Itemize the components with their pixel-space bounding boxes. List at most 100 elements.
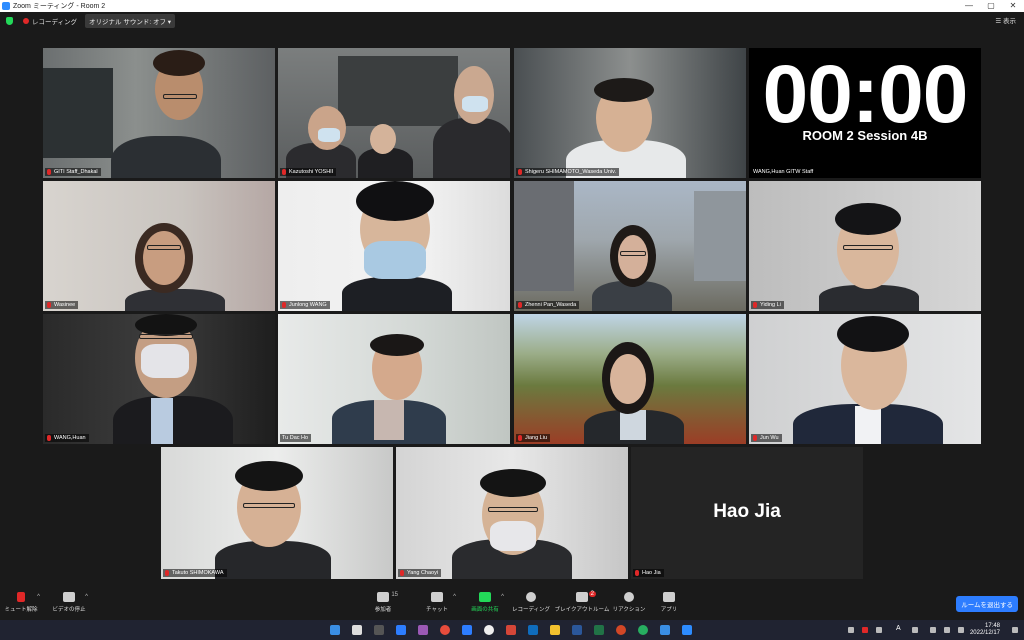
share-screen-button[interactable]: ^ 画面の共有 — [460, 592, 510, 613]
close-button[interactable]: ✕ — [1002, 0, 1024, 12]
breakout-rooms-button[interactable]: 2 ブレイクアウトルーム — [552, 591, 612, 613]
ime-indicator[interactable]: A — [896, 625, 901, 632]
apps-button[interactable]: アプリ — [644, 592, 694, 613]
reactions-label: リアクション — [612, 607, 646, 613]
unmute-button[interactable]: ^ ミュート解除 — [0, 592, 46, 613]
video-tile[interactable]: Junlong WANG — [278, 181, 510, 311]
participant-name: Yang Chaoyi — [407, 570, 439, 576]
breakout-rooms-icon — [576, 592, 588, 602]
muted-mic-icon — [518, 435, 522, 441]
video-tile[interactable]: Wasinee — [43, 181, 275, 311]
battery-icon[interactable] — [958, 627, 964, 633]
video-tile-active-speaker[interactable]: Tu Dac Ho — [278, 314, 510, 444]
search-icon[interactable] — [352, 625, 362, 635]
app-icon[interactable] — [418, 625, 428, 635]
share-screen-label: 画面の共有 — [471, 607, 499, 613]
video-tile[interactable]: Yiding Li — [749, 181, 981, 311]
word-icon[interactable] — [572, 625, 582, 635]
minimize-button[interactable]: — — [958, 0, 980, 12]
powerpoint-icon[interactable] — [616, 625, 626, 635]
video-tile[interactable]: Zhenni Pan_Waseda — [514, 181, 746, 311]
view-label: 表示 — [1003, 18, 1016, 25]
chevron-up-icon[interactable]: ^ — [85, 594, 88, 600]
chat-button[interactable]: ^ チャット — [412, 592, 462, 613]
chevron-up-icon[interactable]: ^ — [453, 594, 456, 600]
security-shield-icon[interactable] — [6, 17, 13, 25]
participant-name: WANG,Huan — [54, 435, 86, 441]
original-sound-button[interactable]: オリジナル サウンド: オフ ▾ — [85, 14, 176, 28]
participant-name: Yiding Li — [760, 302, 781, 308]
wifi-icon[interactable] — [930, 627, 936, 633]
participant-nametag: GITI Staff_Dhakal — [45, 168, 101, 176]
video-tile[interactable]: WANG,Huan — [43, 314, 275, 444]
window-titlebar: Zoom ミーティング - Room 2 — ▢ ✕ — [0, 0, 1024, 12]
participant-name: Hao Jia — [642, 570, 661, 576]
stop-video-button[interactable]: ^ ビデオの停止 — [44, 592, 94, 613]
muted-mic-icon — [753, 302, 757, 308]
unmute-label: ミュート解除 — [4, 607, 38, 613]
participant-nametag: Shigeru SHIMAMOTO_Waseda Univ. — [516, 168, 619, 176]
folder-icon[interactable] — [550, 625, 560, 635]
video-tile[interactable]: Yang Chaoyi — [396, 447, 628, 579]
muted-mic-icon — [47, 435, 51, 441]
video-camera-icon — [63, 592, 75, 602]
video-tile[interactable]: Jiang Liu — [514, 314, 746, 444]
participant-nametag: Hao Jia — [633, 569, 664, 577]
participant-nametag: Tu Dac Ho — [280, 434, 312, 442]
chevron-up-icon[interactable]: ^ — [37, 594, 40, 600]
muted-mic-icon — [753, 435, 757, 441]
maximize-button[interactable]: ▢ — [980, 0, 1002, 12]
windows-taskbar: A 17:48 2022/12/17 — [0, 620, 1024, 640]
video-tile[interactable]: Shigeru SHIMAMOTO_Waseda Univ. — [514, 48, 746, 178]
video-tile[interactable]: Kazutoshi YOSHII — [278, 48, 510, 178]
tray-icon[interactable] — [912, 627, 918, 633]
clock-time: 17:48 — [984, 623, 1000, 629]
muted-mic-icon — [635, 570, 639, 576]
meeting-topbar: レコーディング オリジナル サウンド: オフ ▾ ☰ 表示 — [0, 12, 1024, 30]
video-tile[interactable]: 00:00 ROOM 2 Session 4B WANG,Huan GITW S… — [749, 48, 981, 178]
video-tile[interactable]: Jun Wu — [749, 314, 981, 444]
participants-button[interactable]: 15 参加者 — [358, 592, 408, 613]
muted-mic-icon — [282, 169, 286, 175]
participants-count: 15 — [391, 592, 398, 598]
excel-icon[interactable] — [594, 625, 604, 635]
slack-icon[interactable] — [484, 625, 494, 635]
volume-icon[interactable] — [944, 627, 950, 633]
mail-icon[interactable] — [396, 625, 406, 635]
video-tile[interactable]: Takuto SHIMOKAWA — [161, 447, 393, 579]
participant-nametag: Yiding Li — [751, 301, 784, 309]
video-tile[interactable]: GITI Staff_Dhakal — [43, 48, 275, 178]
participant-nametag: Wasinee — [45, 301, 79, 309]
video-off-tile[interactable]: Hao Jia Hao Jia — [631, 447, 863, 579]
terminal-icon[interactable] — [374, 625, 384, 635]
muted-mic-icon — [17, 592, 25, 602]
chrome-icon[interactable] — [440, 625, 450, 635]
app-icon[interactable] — [660, 625, 670, 635]
windows-start-icon[interactable] — [330, 625, 340, 635]
notification-icon[interactable] — [1012, 627, 1018, 633]
participant-nametag: WANG,Huan GITW Staff — [751, 168, 816, 176]
muted-mic-icon — [400, 570, 404, 576]
leave-room-button[interactable]: ルームを退出する — [956, 596, 1018, 612]
record-button[interactable]: レコーディング — [506, 592, 556, 613]
zoom-icon[interactable] — [682, 625, 692, 635]
participant-nametag: WANG,Huan — [45, 434, 89, 442]
participant-name: Junlong WANG — [289, 302, 327, 308]
line-icon[interactable] — [638, 625, 648, 635]
tray-icon[interactable] — [876, 627, 882, 633]
window-controls: — ▢ ✕ — [958, 0, 1024, 12]
muted-mic-icon — [282, 302, 286, 308]
chevron-up-icon[interactable]: ^ — [501, 594, 504, 600]
gmail-icon[interactable] — [506, 625, 516, 635]
recording-label: レコーディング — [32, 19, 78, 26]
box-icon[interactable] — [462, 625, 472, 635]
participant-name: GITI Staff_Dhakal — [54, 169, 98, 175]
outlook-icon[interactable] — [528, 625, 538, 635]
chevron-up-icon[interactable] — [848, 627, 854, 633]
view-button[interactable]: ☰ 表示 — [995, 15, 1016, 25]
taskbar-clock[interactable]: 17:48 2022/12/17 — [970, 623, 1000, 637]
tray-icon[interactable] — [862, 627, 868, 633]
participant-name: Wasinee — [54, 302, 76, 308]
stop-video-label: ビデオの停止 — [52, 607, 86, 613]
participant-name: Takuto SHIMOKAWA — [172, 570, 224, 576]
